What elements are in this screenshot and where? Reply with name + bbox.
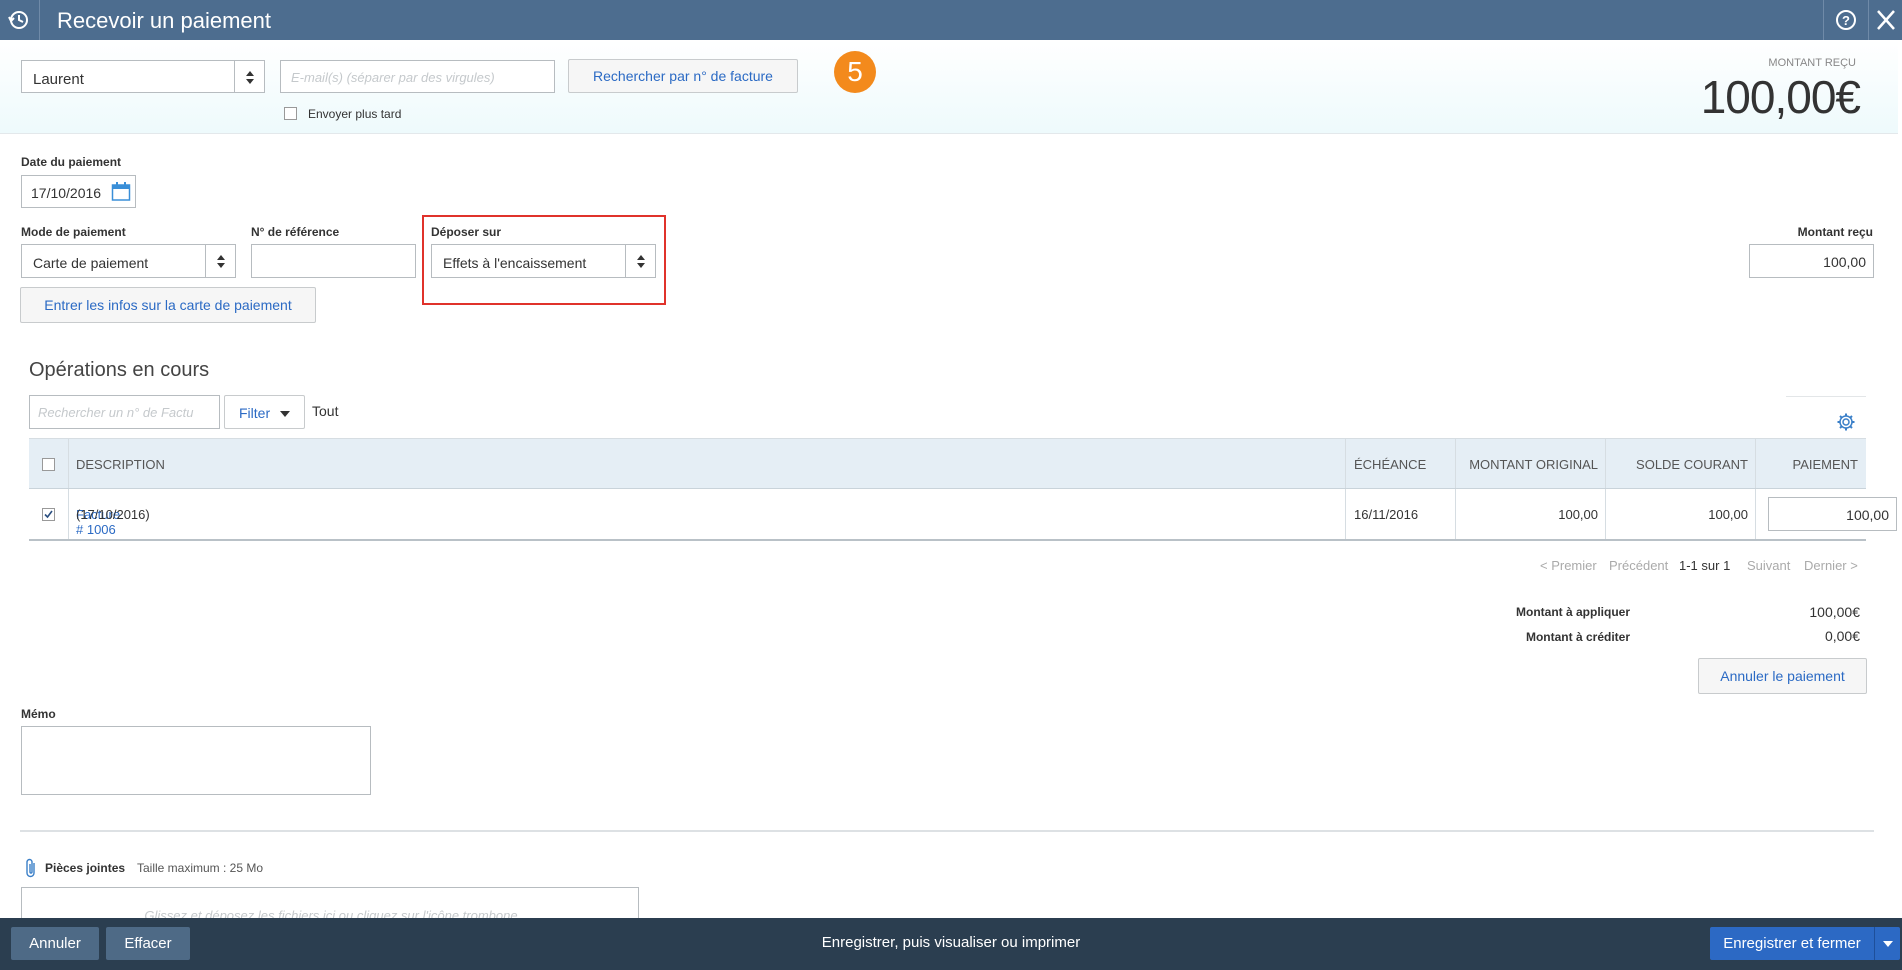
payment-method-select[interactable]: Carte de paiement	[21, 244, 236, 278]
customer-select[interactable]: Laurent	[21, 60, 265, 93]
col-original-label: MONTANT ORIGINAL	[1469, 457, 1598, 472]
section-divider	[20, 830, 1874, 832]
row-original: 100,00	[1456, 489, 1606, 539]
operations-title: Opérations en cours	[29, 359, 210, 381]
memo-label: Mémo	[21, 707, 56, 721]
filter-button[interactable]: Filter	[224, 395, 305, 429]
cancel-payment-button[interactable]: Annuler le paiement	[1698, 658, 1867, 694]
col-description-label: DESCRIPTION	[76, 457, 165, 472]
dropzone-text: Glissez et déposez les fichiers ici ou c…	[144, 908, 518, 918]
attachments-max-size: Taille maximum : 25 Mo	[137, 861, 264, 875]
calendar-icon[interactable]	[111, 181, 131, 206]
col-payment-label: PAIEMENT	[1792, 457, 1859, 472]
save-options-dropdown-icon[interactable]	[1874, 927, 1900, 960]
amount-to-credit-label: Montant à créditer	[1525, 630, 1630, 644]
header-checkbox-cell	[29, 439, 69, 488]
payment-method-label: Mode de paiement	[21, 225, 126, 239]
payment-date-label: Date du paiement	[21, 155, 122, 169]
invoice-search-input[interactable]: Rechercher un n° de Factu	[29, 395, 220, 429]
pager-range: 1-1 sur 1	[1679, 558, 1731, 573]
search-invoice-button[interactable]: Rechercher par n° de facture	[568, 59, 798, 93]
email-placeholder: E-mail(s) (séparer par des virgules)	[291, 70, 495, 85]
select-all-checkbox[interactable]	[42, 458, 55, 471]
select-arrows-icon	[234, 61, 264, 92]
filter-value: Tout	[312, 403, 339, 419]
pager-prev[interactable]: Précédent	[1609, 558, 1668, 573]
amount-received-value: 100,00€	[1700, 71, 1861, 123]
save-view-print-link[interactable]: Enregistrer, puis visualiser ou imprimer	[0, 934, 1902, 951]
history-icon[interactable]	[0, 0, 40, 40]
pager-last[interactable]: Dernier >	[1804, 558, 1858, 573]
deposit-select[interactable]: Effets à l'encaissement	[431, 244, 656, 278]
row-payment: 100,00	[1756, 489, 1897, 539]
close-icon[interactable]	[1868, 0, 1902, 40]
invoice-date: (17/10/2016)	[76, 507, 150, 522]
select-arrows-icon	[205, 245, 235, 277]
row-checkbox-cell	[29, 489, 69, 539]
filter-label: Filter	[239, 405, 271, 421]
select-arrows-icon	[625, 245, 655, 277]
attachment-dropzone[interactable]: Glissez et déposez les fichiers ici ou c…	[21, 887, 639, 918]
send-later-checkbox[interactable]	[284, 107, 297, 120]
step-badge: 5	[834, 51, 876, 93]
card-info-button[interactable]: Entrer les infos sur la carte de paiemen…	[20, 287, 316, 323]
page-title: Recevoir un paiement	[57, 8, 272, 33]
title-bar: Recevoir un paiement ?	[0, 0, 1902, 40]
row-original-value: 100,00	[1558, 507, 1598, 522]
chevron-down-icon	[280, 411, 290, 417]
amount-to-credit-value: 0,00€	[1824, 628, 1860, 644]
send-later-label: Envoyer plus tard	[308, 107, 402, 121]
col-original: MONTANT ORIGINAL	[1456, 439, 1606, 488]
col-description: DESCRIPTION	[69, 439, 1346, 488]
col-balance: SOLDE COURANT	[1606, 439, 1756, 488]
table-header: DESCRIPTION ÉCHÉANCE MONTANT ORIGINAL SO…	[29, 438, 1866, 489]
invoice-search-placeholder: Rechercher un n° de Factu	[38, 405, 194, 420]
settings-divider	[1786, 396, 1866, 397]
attachments-label: Pièces jointes	[45, 861, 126, 875]
col-payment: PAIEMENT	[1756, 439, 1866, 488]
row-payment-value: 100,00	[1846, 507, 1889, 523]
col-balance-label: SOLDE COURANT	[1636, 457, 1748, 472]
pager-first[interactable]: < Premier	[1540, 558, 1597, 573]
deposit-value: Effets à l'encaissement	[443, 255, 587, 271]
row-checkbox[interactable]	[42, 508, 55, 521]
col-due: ÉCHÉANCE	[1346, 439, 1456, 488]
amount-received-input[interactable]: 100,00	[1749, 244, 1874, 278]
row-payment-input[interactable]: 100,00	[1768, 497, 1897, 531]
row-due: 16/11/2016	[1346, 489, 1456, 539]
deposit-label: Déposer sur	[431, 225, 502, 239]
svg-text:?: ?	[1842, 13, 1850, 28]
gear-icon[interactable]	[1836, 412, 1856, 435]
row-description: Facture # 1006 (17/10/2016)	[69, 489, 1346, 539]
amount-received-input-value: 100,00	[1823, 254, 1866, 270]
amount-to-apply-value: 100,00€	[1809, 604, 1860, 620]
reference-label: N° de référence	[251, 225, 340, 239]
col-due-label: ÉCHÉANCE	[1354, 457, 1427, 472]
pager-next[interactable]: Suivant	[1747, 558, 1790, 573]
save-close-button[interactable]: Enregistrer et fermer	[1710, 927, 1874, 960]
row-balance-value: 100,00	[1708, 507, 1748, 522]
payment-method-value: Carte de paiement	[33, 255, 149, 271]
payment-date-value: 17/10/2016	[31, 185, 102, 201]
help-icon[interactable]: ?	[1823, 0, 1868, 40]
payment-date-input[interactable]: 17/10/2016	[21, 175, 136, 208]
amount-received-field-label: Montant reçu	[1797, 225, 1873, 239]
table-row: Facture # 1006 (17/10/2016) 16/11/2016 1…	[29, 489, 1897, 541]
email-field[interactable]: E-mail(s) (séparer par des virgules)	[280, 60, 555, 93]
row-due-value: 16/11/2016	[1354, 507, 1419, 522]
footer-bar: Annuler Effacer Enregistrer, puis visual…	[0, 918, 1902, 970]
amount-received-label: MONTANT REÇU	[1768, 57, 1856, 69]
paperclip-icon[interactable]	[24, 857, 38, 882]
customer-select-value: Laurent	[33, 71, 84, 88]
row-balance: 100,00	[1606, 489, 1756, 539]
amount-to-apply-label: Montant à appliquer	[1516, 605, 1630, 619]
reference-input[interactable]	[251, 244, 416, 278]
memo-input[interactable]	[21, 726, 371, 795]
